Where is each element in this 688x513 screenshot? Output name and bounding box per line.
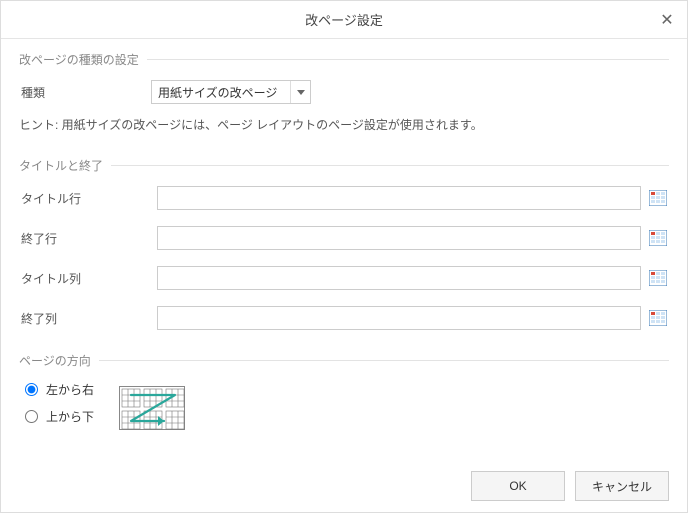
title-row-label: タイトル行 (19, 190, 157, 207)
section-titles-header: タイトルと終了 (19, 157, 669, 174)
dialog-body: 改ページの種類の設定 種類 用紙サイズの改ページ ヒント: 用紙サイズの改ページ… (1, 39, 687, 435)
range-picker-icon (649, 310, 667, 326)
end-row-field: 終了行 (19, 226, 669, 250)
title-row-input[interactable] (157, 186, 641, 210)
end-row-picker[interactable] (647, 227, 669, 249)
end-col-picker[interactable] (647, 307, 669, 329)
title-row-field: タイトル行 (19, 186, 669, 210)
titlebar: 改ページ設定 ✕ (1, 1, 687, 39)
section-direction-label: ページの方向 (19, 352, 91, 369)
type-field-label: 種類 (19, 84, 151, 101)
radio-left-to-right-row: 左から右 (19, 381, 119, 398)
dialog-title: 改ページ設定 (305, 10, 383, 29)
end-col-label: 終了列 (19, 310, 157, 327)
end-row-input[interactable] (157, 226, 641, 250)
radio-left-to-right-label[interactable]: 左から右 (46, 381, 94, 398)
section-titles-label: タイトルと終了 (19, 157, 103, 174)
range-picker-icon (649, 270, 667, 286)
end-col-field: 終了列 (19, 306, 669, 330)
range-picker-icon (649, 190, 667, 206)
divider (111, 165, 669, 166)
title-col-label: タイトル列 (19, 270, 157, 287)
radio-top-to-bottom[interactable] (25, 410, 38, 423)
end-row-label: 終了行 (19, 230, 157, 247)
chevron-down-icon (290, 81, 310, 103)
ok-button[interactable]: OK (471, 471, 565, 501)
end-col-input[interactable] (157, 306, 641, 330)
range-picker-icon (649, 230, 667, 246)
type-dropdown-value: 用紙サイズの改ページ (152, 84, 290, 101)
title-row-picker[interactable] (647, 187, 669, 209)
divider (147, 59, 669, 60)
cancel-button[interactable]: キャンセル (575, 471, 669, 501)
divider (99, 360, 669, 361)
title-col-input[interactable] (157, 266, 641, 290)
type-dropdown[interactable]: 用紙サイズの改ページ (151, 80, 311, 104)
dialog-footer: OK キャンセル (1, 460, 687, 512)
title-col-picker[interactable] (647, 267, 669, 289)
radio-top-to-bottom-label[interactable]: 上から下 (46, 408, 94, 425)
direction-radios: 左から右 上から下 (19, 381, 119, 435)
section-type-label: 改ページの種類の設定 (19, 51, 139, 68)
radio-left-to-right[interactable] (25, 383, 38, 396)
close-button[interactable]: ✕ (657, 10, 677, 30)
type-hint-text: ヒント: 用紙サイズの改ページには、ページ レイアウトのページ設定が使用されます… (19, 116, 669, 133)
page-break-settings-dialog: 改ページ設定 ✕ 改ページの種類の設定 種類 用紙サイズの改ページ ヒント: 用… (0, 0, 688, 513)
title-col-field: タイトル列 (19, 266, 669, 290)
radio-top-to-bottom-row: 上から下 (19, 408, 119, 425)
type-row: 種類 用紙サイズの改ページ (19, 80, 669, 104)
direction-preview-icon (119, 386, 185, 430)
section-direction-header: ページの方向 (19, 352, 669, 369)
direction-controls: 左から右 上から下 (19, 381, 669, 435)
section-type-header: 改ページの種類の設定 (19, 51, 669, 68)
close-icon: ✕ (660, 10, 673, 30)
